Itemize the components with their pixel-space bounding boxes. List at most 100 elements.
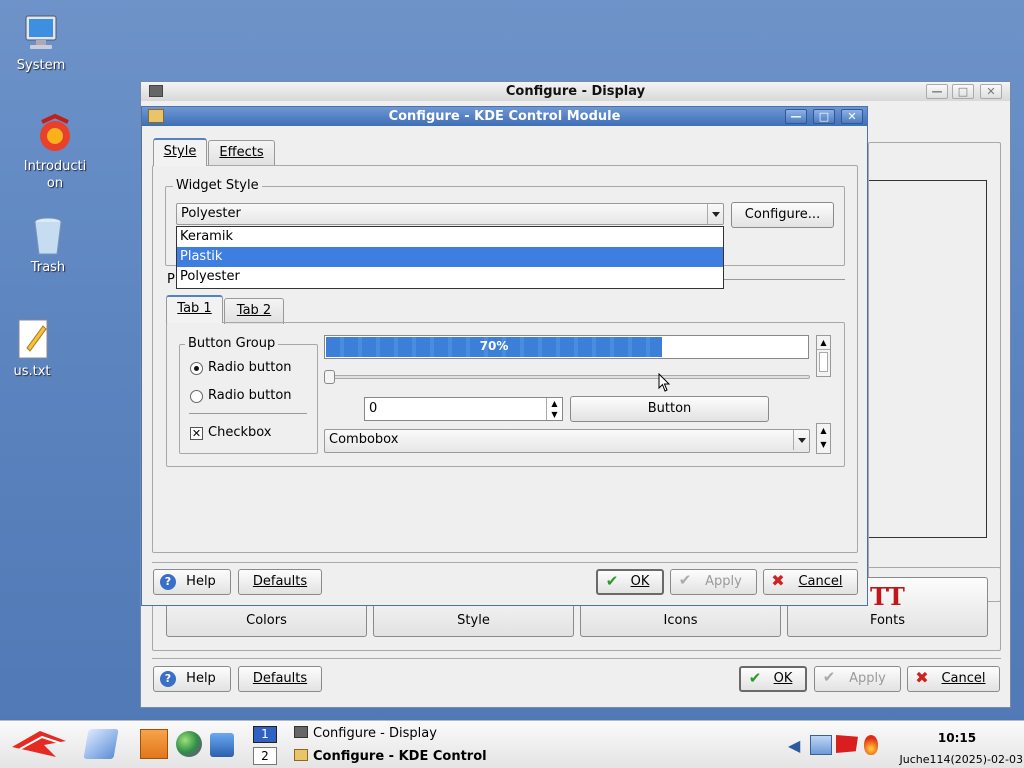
office-icon[interactable] bbox=[140, 729, 168, 759]
separator bbox=[189, 413, 307, 414]
checkbox[interactable]: ✕ bbox=[190, 427, 203, 440]
dropdown-option-plastik[interactable]: Plastik bbox=[177, 247, 723, 267]
maximize-icon[interactable]: □ bbox=[952, 84, 974, 99]
radio-label: Radio button bbox=[208, 360, 292, 375]
tab-2[interactable]: Tab 2 bbox=[224, 298, 284, 324]
flag-icon[interactable] bbox=[836, 735, 858, 753]
window-icon bbox=[294, 726, 308, 738]
preview-label: P bbox=[167, 272, 175, 287]
cancel-icon: ✖ bbox=[771, 571, 785, 590]
scroll-spin[interactable]: ▲ ▼ bbox=[816, 423, 831, 454]
apply-button[interactable]: ✔ Apply bbox=[670, 569, 757, 595]
dropdown-option-polyester[interactable]: Polyester bbox=[177, 267, 723, 287]
tab-effects[interactable]: Effects bbox=[208, 140, 275, 166]
separator bbox=[152, 562, 858, 563]
slider-track bbox=[326, 375, 810, 379]
close-icon[interactable]: ✕ bbox=[841, 109, 863, 124]
check-icon: ✔ bbox=[678, 571, 692, 589]
mouse-cursor-icon bbox=[658, 373, 671, 392]
computer-icon bbox=[20, 12, 62, 56]
check-icon: ✔ bbox=[748, 669, 762, 687]
network-icon[interactable] bbox=[810, 735, 832, 755]
text-file-icon bbox=[11, 318, 53, 362]
desktop-icon-label: us.txt bbox=[13, 364, 51, 379]
trash-icon bbox=[27, 214, 69, 258]
spinbox[interactable]: 0 ▲ ▼ bbox=[364, 397, 563, 421]
check-icon: ✔ bbox=[822, 668, 836, 686]
spin-down-icon[interactable]: ▼ bbox=[546, 409, 562, 420]
chevron-down-icon bbox=[707, 204, 723, 224]
cancel-icon: ✖ bbox=[915, 668, 929, 687]
cancel-button[interactable]: ✖ Cancel bbox=[763, 569, 858, 595]
spinbox-value: 0 bbox=[369, 401, 378, 416]
pager-desktop-1[interactable]: 1 bbox=[253, 726, 277, 743]
window-title: Configure - Display bbox=[505, 84, 646, 99]
desktop-icon-us-txt[interactable]: us.txt bbox=[0, 318, 67, 379]
pager-desktop-2[interactable]: 2 bbox=[253, 747, 277, 765]
task-configure-display[interactable]: Configure - Display bbox=[294, 724, 494, 744]
checkbox-label: Checkbox bbox=[208, 425, 272, 440]
ok-button[interactable]: ✔ OK bbox=[596, 569, 664, 595]
window-titlebar[interactable]: Configure - Display — □ ✕ bbox=[141, 82, 1010, 101]
defaults-button[interactable]: Defaults bbox=[238, 569, 322, 595]
taskbar: 1 2 Configure - Display Configure - KDE … bbox=[0, 720, 1024, 768]
task-kde-control-module[interactable]: Configure - KDE Control Module bbox=[294, 746, 488, 767]
desktop-icon-trash[interactable]: Trash bbox=[13, 214, 83, 275]
browser-icon[interactable] bbox=[176, 731, 202, 757]
configure-button[interactable]: Configure... bbox=[731, 202, 834, 228]
preview-combobox[interactable]: Combobox bbox=[324, 429, 810, 453]
help-icon: ? bbox=[160, 671, 176, 687]
desktop-icon-introduction[interactable]: Introduction bbox=[20, 112, 90, 192]
editor-icon[interactable] bbox=[83, 729, 119, 759]
help-icon: ? bbox=[160, 574, 176, 590]
slider-handle[interactable] bbox=[324, 370, 335, 384]
minimize-icon[interactable]: — bbox=[926, 84, 948, 99]
progress-bar: 70% bbox=[324, 335, 809, 359]
help-button[interactable]: ? Help bbox=[153, 666, 231, 692]
window-title: Configure - KDE Control Module bbox=[388, 109, 621, 124]
fonts-icon: TT bbox=[870, 582, 905, 611]
scrollbar[interactable]: ▲ bbox=[816, 335, 831, 377]
kde-gear-icon bbox=[34, 112, 76, 156]
minimize-icon[interactable]: — bbox=[785, 109, 807, 124]
fire-icon[interactable] bbox=[864, 735, 878, 755]
apply-button[interactable]: ✔ Apply bbox=[814, 666, 901, 692]
window-titlebar[interactable]: Configure - KDE Control Module — □ ✕ bbox=[142, 107, 867, 126]
close-icon[interactable]: ✕ bbox=[980, 84, 1002, 99]
volume-icon[interactable]: ◀ bbox=[788, 737, 804, 755]
desktop-icon-label: System bbox=[16, 58, 66, 73]
tab-style[interactable]: Style bbox=[153, 138, 207, 166]
spin-up-icon[interactable]: ▲ bbox=[546, 398, 562, 409]
ok-button[interactable]: ✔ OK bbox=[739, 666, 807, 692]
separator bbox=[152, 658, 1001, 659]
preview-button[interactable]: Button bbox=[570, 396, 769, 422]
chevron-down-icon bbox=[793, 430, 809, 450]
progress-text: 70% bbox=[479, 339, 509, 353]
preview-pane bbox=[869, 180, 987, 538]
app-icon bbox=[148, 109, 164, 123]
k-menu-icon[interactable] bbox=[10, 727, 68, 761]
media-icon[interactable] bbox=[210, 733, 234, 757]
radio-label: Radio button bbox=[208, 388, 292, 403]
help-button[interactable]: ? Help bbox=[153, 569, 231, 595]
window-icon bbox=[294, 749, 308, 761]
radio-button-2[interactable] bbox=[190, 390, 203, 403]
widget-style-label: Widget Style bbox=[173, 178, 262, 193]
clock-time[interactable]: 10:15 bbox=[920, 731, 994, 745]
desktop-icon-label: Trash bbox=[30, 260, 66, 275]
maximize-icon[interactable]: □ bbox=[813, 109, 835, 124]
radio-button-1[interactable] bbox=[190, 362, 203, 375]
widget-style-combobox[interactable]: Polyester bbox=[176, 203, 724, 225]
defaults-button[interactable]: Defaults bbox=[238, 666, 322, 692]
desktop-icon-system[interactable]: System bbox=[6, 12, 76, 73]
button-group-label: Button Group bbox=[185, 336, 279, 351]
tab-1[interactable]: Tab 1 bbox=[166, 295, 223, 323]
widget-style-dropdown: Keramik Plastik Polyester bbox=[176, 226, 724, 289]
app-icon bbox=[149, 85, 163, 97]
check-icon: ✔ bbox=[605, 572, 619, 590]
desktop-icon-label: Introduction bbox=[23, 159, 87, 191]
cancel-button[interactable]: ✖ Cancel bbox=[907, 666, 1000, 692]
dropdown-option-keramik[interactable]: Keramik bbox=[177, 227, 723, 247]
kde-control-module-window: Configure - KDE Control Module — □ ✕ Sty… bbox=[141, 106, 868, 606]
clock-date[interactable]: Juche114(2025)-02-03 bbox=[895, 753, 1023, 766]
